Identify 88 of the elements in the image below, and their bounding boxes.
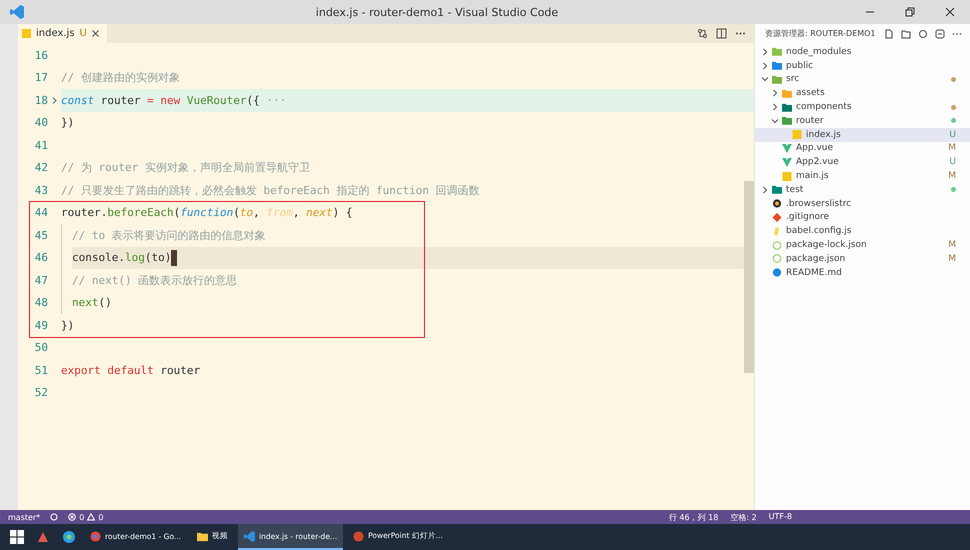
line-number: 49 — [34, 318, 48, 332]
status-item[interactable]: 行 46，列 18 — [668, 512, 718, 522]
fold-chevron-icon[interactable] — [51, 96, 58, 104]
compare-icon[interactable] — [697, 28, 708, 39]
chevron-right-icon[interactable] — [761, 186, 769, 194]
file-tree-item[interactable]: babel.config.js — [755, 224, 970, 238]
start-icon[interactable] — [10, 530, 24, 544]
file-tree-item[interactable]: router — [755, 114, 970, 128]
line-number: 46 — [34, 251, 48, 264]
close-icon — [945, 7, 955, 17]
chevron-down-icon[interactable] — [761, 75, 769, 84]
js-file-icon — [22, 29, 31, 38]
split-editor-icon[interactable] — [716, 28, 727, 39]
folder-icon — [197, 530, 208, 542]
js-file-icon — [782, 172, 792, 181]
line-number: 40 — [34, 116, 48, 130]
line-number: 48 — [34, 296, 48, 310]
code-line: }) — [61, 318, 76, 334]
code-line: next() — [72, 295, 113, 312]
line-number: 18 — [34, 94, 48, 107]
babel-icon — [772, 226, 782, 236]
browser-icon — [90, 530, 101, 542]
code-line: export default router — [61, 362, 202, 379]
status-item[interactable]: UTF-8 — [768, 512, 792, 522]
chevron-down-icon[interactable] — [771, 116, 779, 125]
file-tree-item[interactable]: src — [755, 72, 970, 86]
warning-icon — [87, 513, 96, 521]
restore-icon — [905, 7, 915, 17]
app-icon[interactable] — [36, 530, 50, 544]
chevron-right-icon[interactable] — [771, 89, 779, 98]
line-number: 44 — [34, 206, 48, 220]
file-tree-item[interactable]: index.js U — [755, 128, 970, 142]
line-number: 50 — [34, 341, 48, 354]
file-tree-item[interactable]: .gitignore — [755, 210, 970, 224]
line-number: 42 — [34, 161, 48, 174]
code-line: // to 表示将要访问的路由的信息对象 — [72, 228, 267, 244]
line-number: 17 — [34, 71, 48, 84]
explorer-title: 资源管理器: ROUTER-DEMO1 — [765, 28, 876, 39]
code-line: // 只要发生了路由的跳转，必然会触发 beforeEach 指定的 function 回调函数 — [61, 182, 481, 199]
new-file-icon[interactable] — [884, 28, 894, 38]
chevron-right-icon[interactable] — [771, 103, 779, 112]
close-icon[interactable] — [92, 30, 99, 37]
new-folder-icon[interactable] — [901, 28, 911, 38]
info-icon — [772, 268, 782, 278]
file-tree-item[interactable]: README.md — [755, 266, 970, 280]
file-tree-item[interactable]: App.vue M — [755, 142, 970, 156]
code-line: // 为 router 实例对象，声明全局前置导航守卫 — [61, 160, 311, 176]
collapse-icon[interactable] — [935, 28, 945, 38]
status-item[interactable]: 空格: 2 — [730, 512, 757, 522]
code-line: router.beforeEach(function(to, from, next) { — [61, 205, 354, 222]
code-line: // next() 函数表示放行的意思 — [72, 272, 238, 289]
code-line: }) — [61, 115, 76, 132]
line-number: 45 — [34, 228, 48, 242]
line-number: 52 — [34, 386, 48, 400]
git-icon — [772, 212, 782, 222]
window-title: index.js - router-demo1 - Visual Studio Code — [314, 6, 560, 18]
file-tree-item[interactable]: App2.vue U — [755, 155, 970, 170]
line-number: 51 — [34, 364, 48, 377]
line-number: 41 — [34, 138, 48, 152]
file-tree-item[interactable]: components — [755, 100, 970, 114]
code-editor-logo — [10, 5, 24, 19]
file-tree-item[interactable]: public — [755, 58, 970, 73]
editor-tab[interactable]: index.js U — [18, 24, 107, 43]
line-number: 16 — [34, 48, 48, 62]
line-number: 47 — [34, 274, 48, 287]
problems-indicator[interactable]: 0 0 — [68, 512, 104, 522]
error-icon — [68, 513, 76, 521]
line-number: 43 — [34, 184, 48, 197]
config-file-icon — [772, 199, 782, 208]
file-tree-item[interactable]: main.js M — [755, 169, 970, 183]
file-tree-item[interactable]: test — [755, 182, 970, 197]
file-tree-item[interactable]: .browserslistrc — [755, 196, 970, 211]
scrollbar-thumb[interactable] — [744, 181, 754, 373]
file-tree-item[interactable]: package.json M — [755, 252, 970, 266]
file-tree-item[interactable]: node_modules — [755, 45, 970, 59]
chevron-right-icon[interactable] — [761, 48, 769, 56]
folder-icon — [772, 185, 782, 194]
js-file-icon — [792, 130, 802, 140]
chevron-right-icon[interactable] — [761, 62, 769, 70]
code-line: // 创建路由的实例对象 — [61, 70, 181, 86]
code-editor-icon — [244, 530, 256, 542]
refresh-icon[interactable] — [918, 28, 928, 38]
branch-indicator[interactable]: master* — [8, 512, 40, 522]
browser-icon[interactable] — [62, 530, 76, 544]
file-tree-item[interactable]: package-lock.json M — [755, 238, 970, 252]
sync-icon[interactable] — [50, 513, 58, 521]
file-tree-item[interactable]: assets — [755, 86, 970, 100]
presentation-icon — [353, 530, 364, 542]
